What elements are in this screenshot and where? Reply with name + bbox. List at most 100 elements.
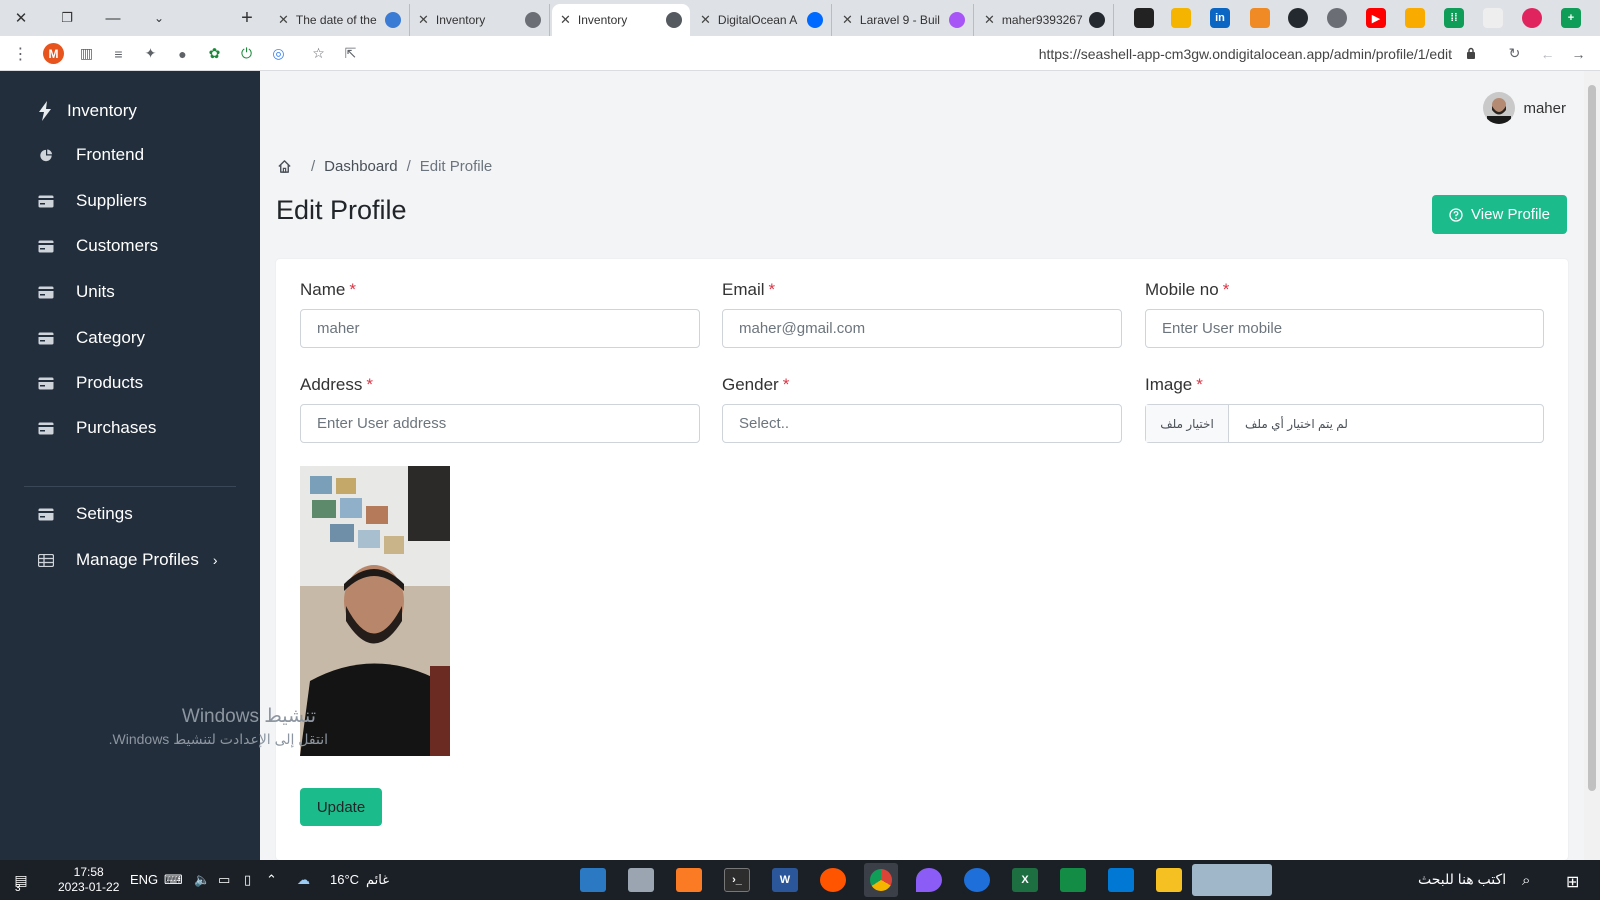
linkedin-icon[interactable]: in bbox=[1210, 8, 1230, 28]
xampp-icon[interactable] bbox=[676, 868, 702, 892]
sidebar-item-purchases[interactable]: Purchases bbox=[38, 413, 156, 443]
app-icon[interactable] bbox=[916, 868, 942, 892]
browser-tab[interactable]: ✕ Laravel 9 - Buil bbox=[834, 4, 974, 36]
pinned-tab-icon[interactable] bbox=[1483, 8, 1503, 28]
browser-tab[interactable]: ✕ DigitalOcean A bbox=[692, 4, 832, 36]
new-tab-button[interactable]: + bbox=[232, 0, 262, 36]
view-profile-button[interactable]: View Profile bbox=[1432, 195, 1567, 234]
terminal-icon[interactable]: ›_ bbox=[724, 868, 750, 892]
sidebar-item-customers[interactable]: Customers bbox=[38, 231, 158, 261]
app-icon[interactable] bbox=[628, 868, 654, 892]
sidebar-item-products[interactable]: Products bbox=[38, 368, 143, 398]
tab-search-chevron-icon[interactable]: ⌄ bbox=[144, 0, 174, 36]
extension-icon[interactable]: ● bbox=[172, 43, 193, 64]
chevron-up-icon[interactable]: ⌃ bbox=[266, 872, 277, 888]
pinned-tab-icon[interactable] bbox=[1134, 8, 1154, 28]
extension-icon[interactable]: ◎ bbox=[268, 43, 289, 64]
image-file-input[interactable]: اختيار ملف لم يتم اختيار أي ملف bbox=[1145, 404, 1544, 443]
gender-select[interactable]: Select.. bbox=[722, 404, 1122, 443]
breadcrumb-dashboard-link[interactable]: Dashboard bbox=[324, 158, 397, 175]
vscode-icon[interactable] bbox=[1108, 868, 1134, 892]
apps-grid-icon[interactable]: ⁞⁞ bbox=[1444, 8, 1464, 28]
breadcrumb: / Dashboard / Edit Profile bbox=[277, 158, 492, 175]
browser-tab-active[interactable]: ✕ Inventory bbox=[552, 4, 690, 36]
page-scrollbar[interactable] bbox=[1584, 71, 1600, 860]
weather-cloud-icon[interactable]: ☁ bbox=[297, 872, 310, 888]
update-button[interactable]: Update bbox=[300, 788, 382, 826]
sidebar-item-frontend[interactable]: Frontend bbox=[38, 140, 144, 170]
browser-tab[interactable]: ✕ The date of the bbox=[270, 4, 410, 36]
battery-icon[interactable]: ▯ bbox=[244, 872, 251, 888]
share-icon[interactable]: ⇱ bbox=[340, 43, 361, 64]
close-tab-icon[interactable]: ✕ bbox=[560, 12, 571, 28]
pinned-tab-icon[interactable] bbox=[1405, 8, 1425, 28]
choose-file-button[interactable]: اختيار ملف bbox=[1146, 405, 1229, 442]
user-menu[interactable]: maher bbox=[1483, 92, 1566, 124]
chrome-icon[interactable] bbox=[864, 863, 898, 897]
excel-icon[interactable]: X bbox=[1012, 868, 1038, 892]
profile-avatar[interactable]: M bbox=[43, 43, 64, 64]
close-tab-icon[interactable]: ✕ bbox=[842, 12, 853, 28]
youtube-icon[interactable]: ▶ bbox=[1366, 8, 1386, 28]
taskbar-search-box[interactable]: اكتب هنا للبحث bbox=[1418, 871, 1506, 888]
back-arrow-icon[interactable]: → bbox=[1568, 43, 1589, 64]
google-drive-icon[interactable] bbox=[1171, 8, 1191, 28]
github-icon[interactable] bbox=[1288, 8, 1308, 28]
keyboard-icon[interactable]: ⌨ bbox=[164, 872, 183, 888]
sidebar-item-suppliers[interactable]: Suppliers bbox=[38, 186, 147, 216]
volume-icon[interactable]: 🔈 bbox=[194, 872, 210, 888]
forward-arrow-icon[interactable]: ← bbox=[1537, 43, 1558, 64]
sidebar-item-manage-profiles[interactable]: Manage Profiles › bbox=[38, 545, 218, 575]
mobile-field[interactable]: Enter User mobile bbox=[1145, 309, 1544, 348]
system-clock[interactable]: 17:58 2023-01-22 bbox=[58, 865, 119, 895]
address-field[interactable]: Enter User address bbox=[300, 404, 700, 443]
power-icon[interactable]: ⏻ bbox=[236, 43, 257, 64]
app-icon[interactable] bbox=[1060, 868, 1086, 892]
reading-list-icon[interactable]: ≡ bbox=[108, 43, 129, 64]
avatar bbox=[1483, 92, 1516, 124]
pinned-tab-icon[interactable]: + bbox=[1561, 8, 1581, 28]
photos-app-icon[interactable] bbox=[580, 868, 606, 892]
bookmark-star-icon[interactable]: ☆ bbox=[308, 43, 329, 64]
browser-menu-icon[interactable]: ⋮ bbox=[10, 43, 31, 64]
restore-window-icon[interactable]: ❐ bbox=[52, 0, 82, 36]
language-indicator[interactable]: ENG bbox=[130, 872, 158, 887]
soundcloud-icon[interactable] bbox=[820, 868, 846, 892]
close-tab-icon[interactable]: ✕ bbox=[418, 12, 429, 28]
globe-icon[interactable] bbox=[1327, 8, 1347, 28]
windows-start-icon[interactable]: ⊞ bbox=[1566, 872, 1579, 892]
minimize-window-icon[interactable]: — bbox=[98, 0, 128, 36]
close-tab-icon[interactable]: ✕ bbox=[278, 12, 289, 28]
browser-tab[interactable]: ✕ Inventory bbox=[410, 4, 550, 36]
close-window-icon[interactable]: ✕ bbox=[6, 0, 36, 36]
home-icon[interactable] bbox=[277, 159, 292, 174]
browser-tabstrip: ✕ ❐ — ⌄ + ✕ The date of the ✕ Inventory … bbox=[0, 0, 1600, 36]
reload-icon[interactable]: ↻ bbox=[1504, 43, 1525, 64]
close-tab-icon[interactable]: ✕ bbox=[700, 12, 711, 28]
notifications-icon[interactable]: ▤ bbox=[10, 868, 32, 892]
pinned-tab-icon[interactable] bbox=[1522, 8, 1542, 28]
sidebar-brand[interactable]: Inventory bbox=[38, 101, 137, 121]
email-value: maher@gmail.com bbox=[739, 320, 866, 337]
word-icon[interactable]: W bbox=[772, 868, 798, 892]
pinned-tab-icon[interactable] bbox=[1250, 8, 1270, 28]
extensions-puzzle-icon[interactable]: ✦ bbox=[140, 43, 161, 64]
sidebar-item-settings[interactable]: Setings bbox=[38, 499, 133, 529]
address-bar[interactable]: https://seashell-app-cm3gw.ondigitalocea… bbox=[300, 40, 1482, 67]
page-title: Edit Profile bbox=[276, 195, 407, 225]
sidebar-toggle-icon[interactable]: ▥ bbox=[76, 43, 97, 64]
browser-tab[interactable]: ✕ maher9393267 bbox=[976, 4, 1114, 36]
email-field[interactable]: maher@gmail.com bbox=[722, 309, 1122, 348]
network-icon[interactable]: ▭ bbox=[218, 872, 230, 888]
extension-icon[interactable]: ✿ bbox=[204, 43, 225, 64]
app-icon[interactable] bbox=[964, 868, 990, 892]
user-name: maher bbox=[1523, 99, 1566, 117]
sidebar-item-units[interactable]: Units bbox=[38, 277, 115, 307]
sidebar-item-label: Units bbox=[76, 282, 115, 301]
search-icon[interactable]: ⌕ bbox=[1522, 872, 1530, 889]
close-tab-icon[interactable]: ✕ bbox=[984, 12, 995, 28]
sidebar-item-category[interactable]: Category bbox=[38, 323, 145, 353]
scrollbar-thumb[interactable] bbox=[1588, 85, 1596, 791]
name-field[interactable]: maher bbox=[300, 309, 700, 348]
file-explorer-icon[interactable] bbox=[1156, 868, 1182, 892]
